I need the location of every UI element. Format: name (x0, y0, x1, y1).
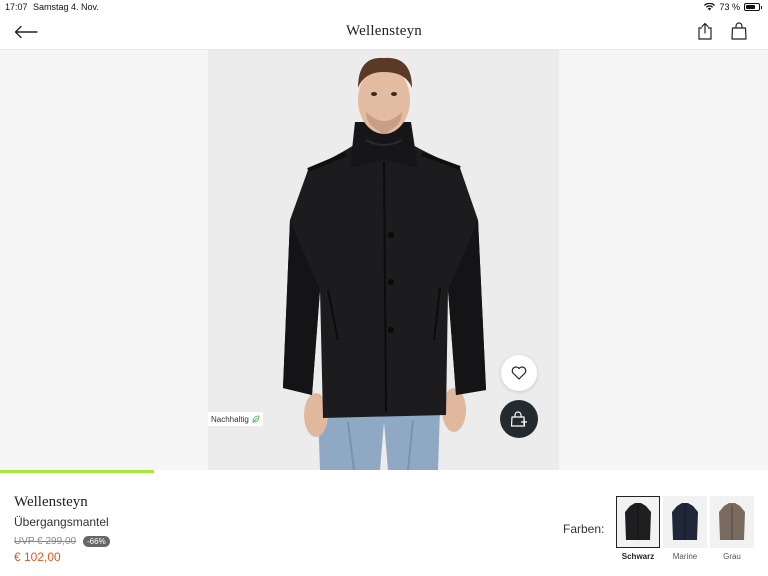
swatch-label: Marine (672, 552, 698, 561)
product-gallery[interactable]: Nachhaltig (0, 50, 768, 470)
color-swatch-marine[interactable]: Marine (663, 496, 707, 561)
swatch-label: Grau (723, 552, 741, 561)
status-bar: 17:07 Samstag 4. Nov. 73 % (0, 0, 768, 14)
product-brand[interactable]: Wellensteyn (14, 494, 88, 511)
colors-label: Farben: (563, 522, 605, 536)
wishlist-button[interactable] (501, 355, 537, 391)
add-to-bag-button[interactable] (500, 400, 538, 438)
navigation-bar: Wellensteyn (0, 14, 768, 50)
shopping-bag-button[interactable] (731, 22, 749, 42)
heart-icon (511, 366, 527, 380)
status-time: 17:07 (5, 2, 28, 12)
wifi-icon (704, 3, 716, 11)
product-info: Wellensteyn Übergangsmantel UVP € 299,00… (0, 473, 768, 576)
swatch-thumbnail (710, 496, 754, 548)
leaf-icon (252, 415, 260, 423)
jacket-thumbnail-icon (625, 503, 651, 540)
swatch-thumbnail (616, 496, 660, 548)
status-indicators: 73 % (704, 2, 762, 12)
original-price: UVP € 299,00 (14, 536, 77, 547)
sale-price: € 102,00 (14, 550, 61, 564)
discount-badge: -66% (83, 536, 110, 547)
sustainability-badge: Nachhaltig (208, 412, 263, 426)
battery-percentage: 73 % (719, 2, 740, 12)
battery-icon (744, 3, 762, 11)
jacket-thumbnail-icon (672, 503, 698, 540)
color-swatch-grau[interactable]: Grau (710, 496, 754, 561)
color-swatch-schwarz[interactable]: Schwarz (616, 496, 660, 561)
status-date: Samstag 4. Nov. (33, 2, 99, 12)
sustainability-label: Nachhaltig (211, 414, 249, 424)
shopping-bag-icon (731, 22, 747, 40)
share-button[interactable] (697, 22, 715, 42)
swatch-thumbnail (663, 496, 707, 548)
share-icon (698, 22, 712, 40)
jacket-thumbnail-icon (719, 503, 745, 540)
swatch-label: Schwarz (621, 552, 655, 561)
page-title: Wellensteyn (346, 23, 422, 39)
product-name: Übergangsmantel (14, 515, 109, 529)
add-to-bag-icon (510, 411, 527, 427)
